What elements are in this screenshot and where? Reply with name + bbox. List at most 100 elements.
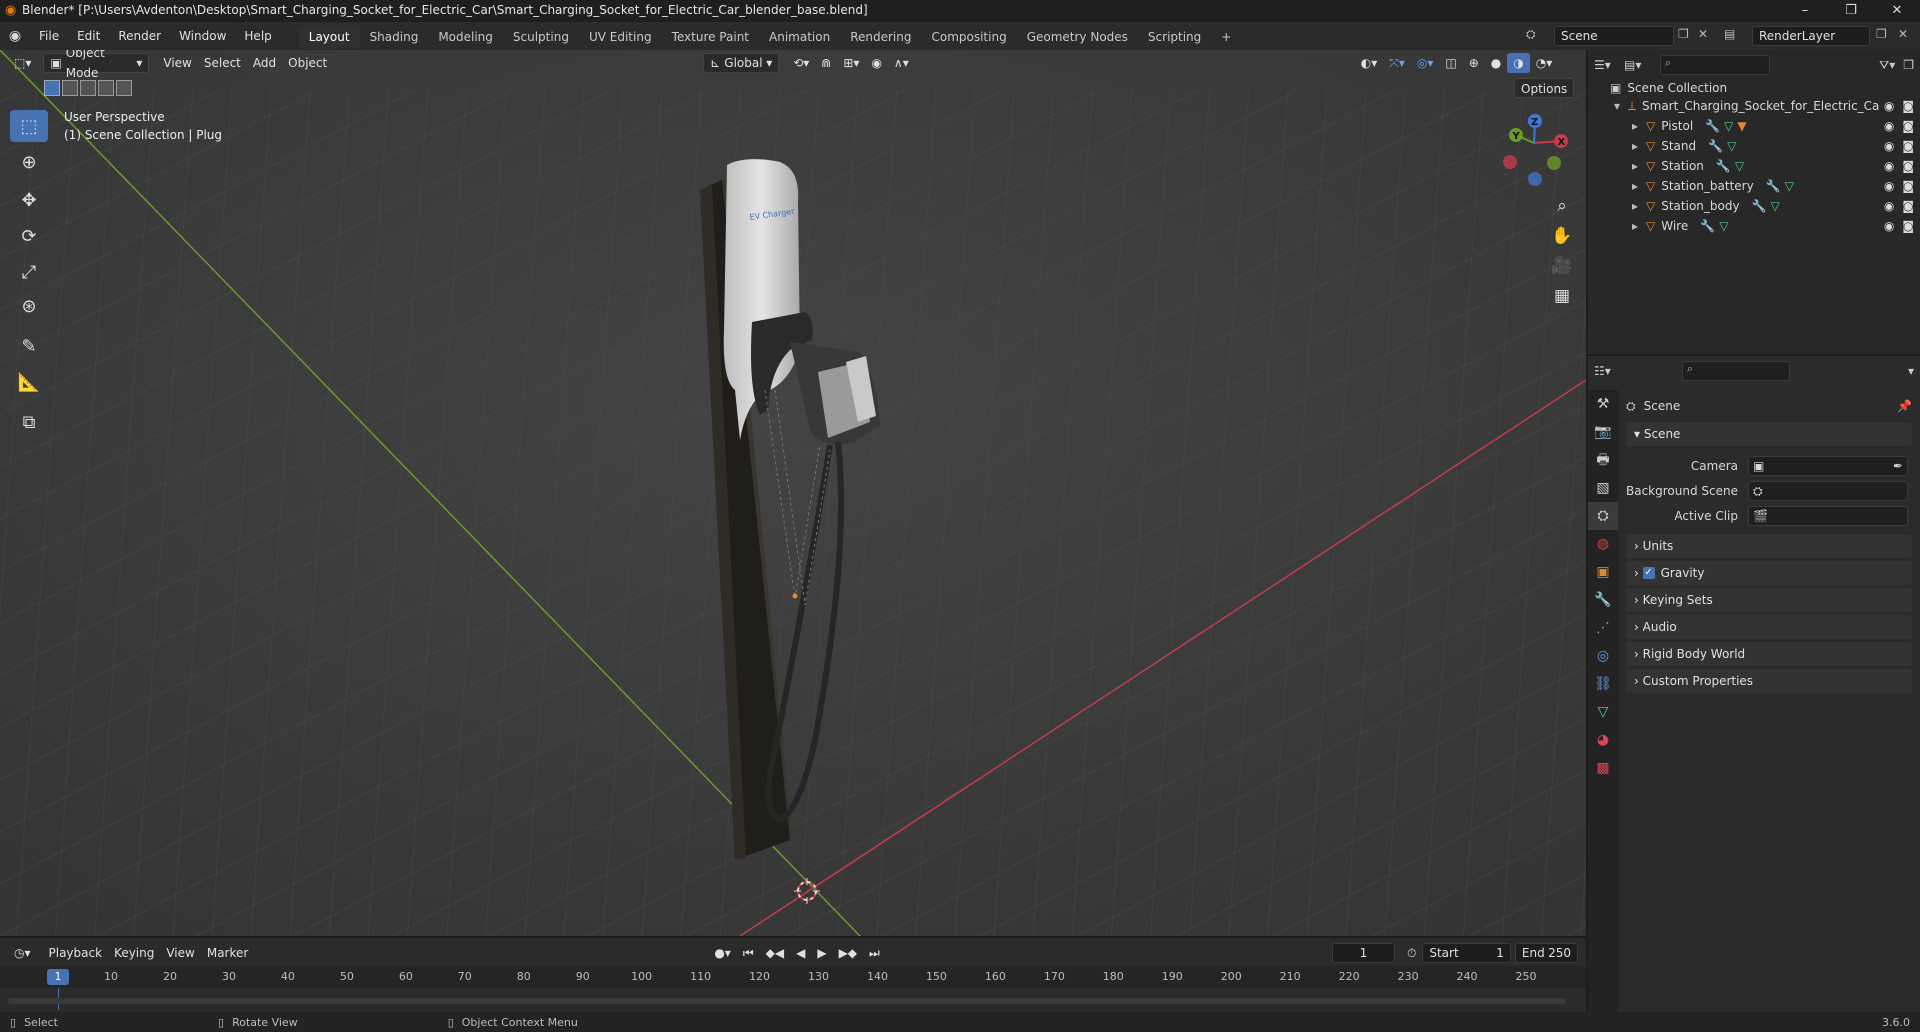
tool-tab-icon[interactable]: ⚒ (1588, 390, 1618, 418)
list-item[interactable]: ▸ ▽ Station_body 🔧 ▽ ◉ ◙ (1632, 196, 1914, 216)
close-button[interactable]: ✕ (1874, 0, 1920, 22)
active-clip-field[interactable]: 🎬 (1748, 506, 1908, 526)
constraints-tab-icon[interactable]: ⛓ (1588, 670, 1618, 698)
select-box-tool-icon[interactable]: ⬚ (10, 110, 48, 142)
display-mode-icon[interactable]: ▤▾ (1624, 58, 1654, 72)
camera-field[interactable]: ▣ ✒ (1748, 456, 1908, 476)
zoom-icon[interactable]: ⌕ (1548, 192, 1576, 220)
keying-sets-panel[interactable]: › Keying Sets (1626, 588, 1912, 612)
scene-section-header[interactable]: ▾ Scene (1626, 422, 1912, 446)
options-button[interactable]: Options (1514, 78, 1575, 98)
minimize-button[interactable]: – (1782, 0, 1828, 22)
select-subtract-icon[interactable] (80, 80, 96, 96)
record-icon[interactable]: ●▾ (708, 943, 737, 963)
select-invert-icon[interactable] (98, 80, 114, 96)
menu-edit[interactable]: Edit (68, 22, 109, 50)
eye-icon[interactable]: ◉ (1884, 216, 1894, 236)
move-tool-icon[interactable]: ✥ (10, 184, 48, 216)
pin-icon[interactable]: 📌 (1897, 399, 1912, 413)
scale-tool-icon[interactable]: ⤢ (10, 256, 48, 288)
add-workspace-button[interactable]: + (1211, 25, 1241, 49)
perspective-toggle-icon[interactable]: ▦ (1548, 282, 1576, 310)
output-tab-icon[interactable]: 🖶 (1588, 446, 1618, 474)
list-item[interactable]: ▸ ▽ Station 🔧 ▽ ◉ ◙ (1632, 156, 1914, 176)
mode-selector[interactable]: ▣ Object Mode ▾ (43, 50, 150, 80)
tab-scripting[interactable]: Scripting (1138, 25, 1211, 49)
camera-render-icon[interactable]: ◙ (1902, 156, 1914, 176)
chevron-right-icon[interactable]: ▸ (1632, 136, 1646, 156)
custom-properties-panel[interactable]: › Custom Properties (1626, 669, 1912, 693)
texture-tab-icon[interactable]: ▩ (1588, 754, 1618, 782)
jump-start-icon[interactable]: ⏮ (737, 943, 760, 963)
new-renderlayer-icon[interactable]: ❐ (1876, 27, 1887, 41)
snap-target-icon[interactable]: ⊞▾ (837, 53, 865, 73)
add-cube-tool-icon[interactable]: ⧉ (10, 406, 48, 438)
overlay-toggle-icon[interactable]: ◎▾ (1411, 53, 1440, 73)
physics-tab-icon[interactable]: ◎ (1588, 642, 1618, 670)
gravity-panel[interactable]: › ✓ Gravity (1626, 561, 1912, 585)
wireframe-shading-icon[interactable]: ⊕ (1463, 53, 1485, 73)
scene-selector[interactable]: Scene (1554, 26, 1674, 46)
properties-editor-icon[interactable]: ☷▾ (1594, 364, 1624, 378)
outliner-search-input[interactable]: ⌕ (1660, 55, 1770, 75)
scene-tab-icon[interactable]: ⛭ (1588, 502, 1618, 530)
renderlayer-selector[interactable]: RenderLayer (1752, 26, 1870, 46)
menu-select[interactable]: Select (198, 53, 247, 73)
eyedropper-icon[interactable]: ✒ (1893, 459, 1903, 473)
jump-end-icon[interactable]: ⏭ (863, 943, 886, 963)
rendered-shading-icon[interactable]: ◔▾ (1530, 53, 1559, 73)
delete-renderlayer-icon[interactable]: ✕ (1898, 27, 1908, 41)
tab-modeling[interactable]: Modeling (428, 25, 503, 49)
camera-render-icon[interactable]: ◙ (1902, 196, 1914, 216)
chevron-down-icon[interactable]: ▾ (1908, 364, 1914, 378)
menu-add[interactable]: Add (247, 53, 282, 73)
prev-keyframe-icon[interactable]: ◆◀ (760, 943, 790, 963)
data-tab-icon[interactable]: ▽ (1588, 698, 1618, 726)
material-tab-icon[interactable]: ◕ (1588, 726, 1618, 754)
new-scene-icon[interactable]: ❐ (1678, 27, 1689, 41)
play-reverse-icon[interactable]: ◀ (790, 943, 811, 963)
collection-row[interactable]: ▾ ⟂ Smart_Charging_Socket_for_Electric_C… (1614, 96, 1914, 116)
list-item[interactable]: ▸ ▽ Pistol 🔧 ▽ ▼ ◉ ◙ (1632, 116, 1914, 136)
editor-type-icon[interactable]: ⬚▾ (8, 53, 37, 73)
falloff-icon[interactable]: ∧▾ (888, 53, 915, 73)
tab-sculpting[interactable]: Sculpting (503, 25, 579, 49)
xray-icon[interactable]: ◫ (1439, 53, 1462, 73)
menu-help[interactable]: Help (235, 22, 280, 50)
background-scene-field[interactable]: ⛭ (1748, 481, 1908, 501)
rigid-body-world-panel[interactable]: › Rigid Body World (1626, 642, 1912, 666)
menu-keying[interactable]: Keying (108, 943, 160, 963)
tab-animation[interactable]: Animation (759, 25, 840, 49)
select-new-icon[interactable] (44, 80, 60, 96)
modifier-tab-icon[interactable]: 🔧 (1588, 586, 1618, 614)
pan-hand-icon[interactable]: ✋ (1548, 222, 1576, 250)
chevron-down-icon[interactable]: ▾ (1614, 96, 1628, 116)
tab-shading[interactable]: Shading (360, 25, 429, 49)
camera-render-icon[interactable]: ◙ (1902, 116, 1914, 136)
annotate-tool-icon[interactable]: ✎ (10, 330, 48, 362)
transform-tool-icon[interactable]: ⊛ (10, 290, 48, 322)
list-item[interactable]: ▸ ▽ Wire 🔧 ▽ ◉ ◙ (1632, 216, 1914, 236)
menu-playback[interactable]: Playback (43, 943, 109, 963)
end-frame-field[interactable]: End 250 (1514, 943, 1579, 963)
eye-icon[interactable]: ◉ (1884, 116, 1894, 136)
menu-file[interactable]: File (30, 22, 68, 50)
properties-search-input[interactable]: ⌕ (1682, 361, 1790, 381)
filter-icon[interactable]: ⛛▾ (1879, 58, 1895, 73)
menu-window[interactable]: Window (170, 22, 235, 50)
audio-panel[interactable]: › Audio (1626, 615, 1912, 639)
world-tab-icon[interactable]: ◍ (1588, 530, 1618, 558)
tab-rendering[interactable]: Rendering (840, 25, 921, 49)
start-frame-field[interactable]: Start 1 (1422, 943, 1511, 963)
camera-render-icon[interactable]: ◙ (1902, 136, 1914, 156)
pivot-icon[interactable]: ⟲▾ (787, 53, 815, 73)
scene-collection-row[interactable]: ▣ Scene Collection (1610, 78, 1727, 98)
camera-render-icon[interactable]: ◙ (1902, 96, 1914, 116)
timeline-scrollbar[interactable] (8, 998, 1566, 1004)
blender-menu-icon[interactable]: ◉ (0, 28, 30, 44)
menu-view[interactable]: View (157, 53, 197, 73)
timeline-editor-icon[interactable]: ◷▾ (8, 943, 37, 963)
stopwatch-icon[interactable]: ⏱ (1401, 943, 1422, 963)
chevron-right-icon[interactable]: ▸ (1632, 216, 1646, 236)
eye-icon[interactable]: ◉ (1884, 176, 1894, 196)
